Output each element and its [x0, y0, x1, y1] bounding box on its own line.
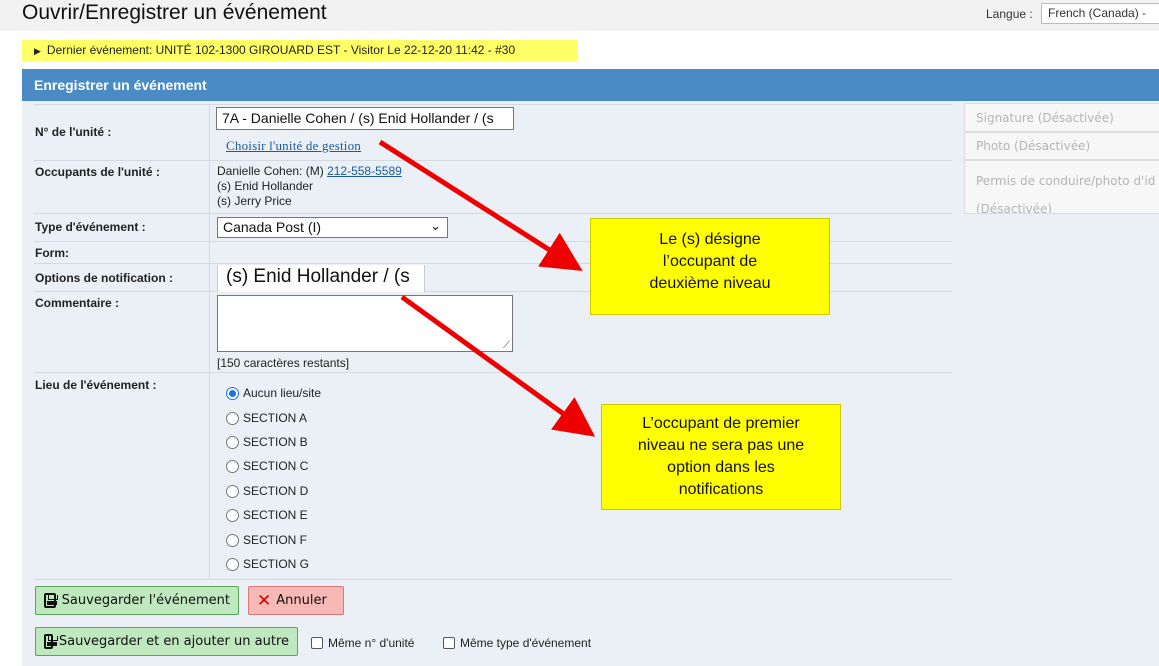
callout-line: option dans les — [667, 459, 775, 476]
arrow-to-second-level-callout — [378, 139, 583, 272]
callout-line: notifications — [678, 481, 764, 498]
callout-line: l’occupant de — [662, 253, 758, 270]
callout-line: niveau ne sera pas une — [637, 437, 805, 454]
arrow-to-first-level-callout — [400, 294, 596, 437]
callout-second-level: Le (s) désigne l’occupant de deuxième ni… — [590, 218, 830, 315]
callout-line: L’occupant de premier — [642, 415, 800, 432]
callout-line: deuxième niveau — [649, 275, 771, 292]
annotation-arrows — [378, 139, 596, 437]
callout-line: Le (s) désigne — [659, 231, 761, 248]
callout-first-level: L’occupant de premier niveau ne sera pas… — [601, 404, 841, 510]
